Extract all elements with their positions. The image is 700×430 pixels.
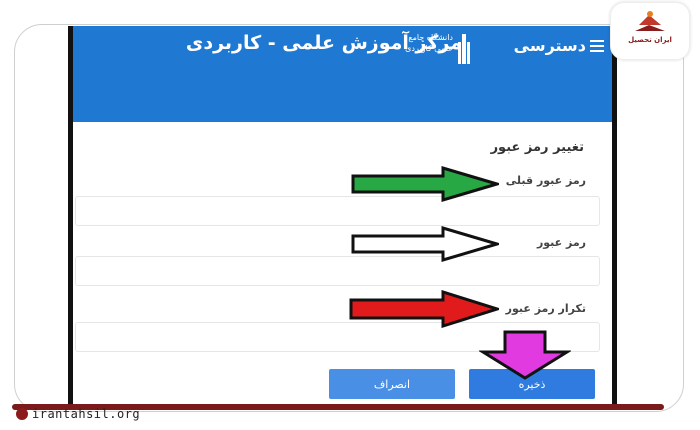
book-logo-icon <box>635 11 665 31</box>
menu-button[interactable]: دسترسی <box>514 36 604 55</box>
form-heading: تغییر رمز عبور <box>490 140 584 155</box>
hamburger-icon <box>590 39 604 52</box>
site-url-text: irantahsil.org <box>32 407 141 421</box>
magenta-arrow-icon <box>479 330 571 380</box>
old-password-field[interactable] <box>75 196 600 226</box>
globe-icon <box>16 408 28 420</box>
green-arrow-icon <box>351 166 499 202</box>
repeat-password-label: تکرار رمز عبور <box>505 302 586 315</box>
new-password-field[interactable] <box>75 256 600 286</box>
red-arrow-icon <box>349 290 499 328</box>
menu-label: دسترسی <box>513 36 586 55</box>
page-title: مرکز آموزش علمی - کاربردی <box>185 32 462 54</box>
new-password-label: رمز عبور <box>536 236 586 249</box>
cancel-button[interactable]: انصراف <box>329 369 455 399</box>
brand-text: ایران تحصیل <box>628 36 672 44</box>
site-url[interactable]: irantahsil.org <box>16 407 140 421</box>
brand-badge: ایران تحصیل <box>610 2 690 60</box>
phone-screen: دسترسی دانشگاه جامع علمی کاربردی مرکز آم… <box>73 26 612 406</box>
app-header: دسترسی دانشگاه جامع علمی کاربردی مرکز آم… <box>73 26 612 122</box>
white-arrow-icon <box>351 226 499 262</box>
screen-right-edge <box>612 26 617 406</box>
old-password-label: رمز عبور قبلی <box>505 174 586 187</box>
